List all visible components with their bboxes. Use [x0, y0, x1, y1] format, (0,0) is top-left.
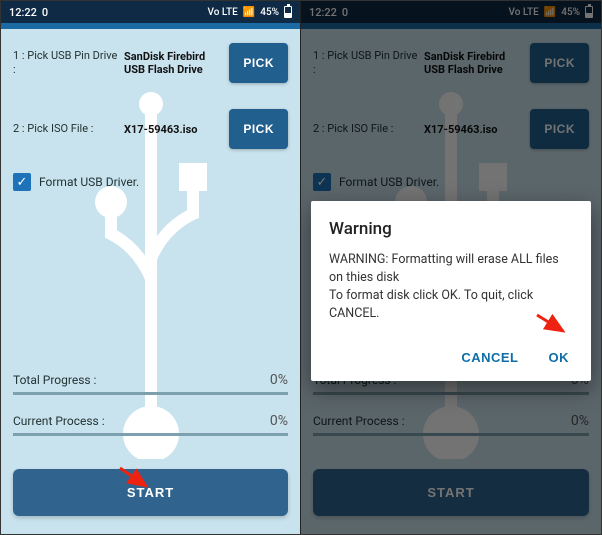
- row2-label: 2 : Pick ISO File :: [13, 122, 118, 136]
- cancel-button[interactable]: CANCEL: [457, 344, 522, 371]
- warning-dialog: Warning WARNING: Formatting will erase A…: [311, 201, 591, 381]
- ok-button[interactable]: OK: [545, 344, 574, 371]
- row-pick-iso: 2 : Pick ISO File : X17-59463.iso PICK: [13, 107, 288, 151]
- current-process-label: Current Process :: [13, 414, 105, 428]
- dialog-line1: WARNING: Formatting will erase ALL files…: [329, 251, 573, 287]
- battery-icon: [284, 6, 292, 18]
- dialog-line2: To format disk click OK. To quit, click …: [329, 287, 573, 323]
- row-pick-usb: 1 : Pick USB Pin Drive : SanDisk Firebir…: [13, 41, 288, 85]
- total-progress-value: 0%: [270, 372, 288, 388]
- phone-right: 12:22 0 Vo LTE 📶 45%: [301, 1, 601, 534]
- row1-label: 1 : Pick USB Pin Drive :: [13, 49, 118, 78]
- row2-value: X17-59463.iso: [124, 123, 223, 136]
- total-progress-label: Total Progress :: [13, 373, 96, 387]
- format-checkbox-row[interactable]: ✓ Format USB Driver.: [13, 173, 288, 191]
- status-time: 12:22: [9, 6, 37, 19]
- current-process-bar: [13, 433, 288, 436]
- signal-icon: 📶: [243, 7, 255, 18]
- status-net: Vo LTE: [207, 7, 237, 18]
- status-battery-pct: 45%: [260, 7, 279, 18]
- row1-value: SanDisk Firebird USB Flash Drive: [124, 50, 223, 76]
- phone-left: 12:22 0 Vo LTE 📶 45%: [1, 1, 301, 534]
- pick-iso-button[interactable]: PICK: [229, 109, 288, 149]
- total-progress-bar: [13, 392, 288, 395]
- status-bar: 12:22 0 Vo LTE 📶 45%: [1, 1, 300, 23]
- status-kb: 0: [42, 6, 48, 19]
- checkbox-checked-icon[interactable]: ✓: [13, 173, 31, 191]
- dialog-title: Warning: [329, 219, 573, 239]
- start-button[interactable]: START: [13, 469, 288, 516]
- current-process-value: 0%: [270, 413, 288, 429]
- format-label: Format USB Driver.: [39, 175, 139, 189]
- pick-usb-button[interactable]: PICK: [229, 43, 288, 83]
